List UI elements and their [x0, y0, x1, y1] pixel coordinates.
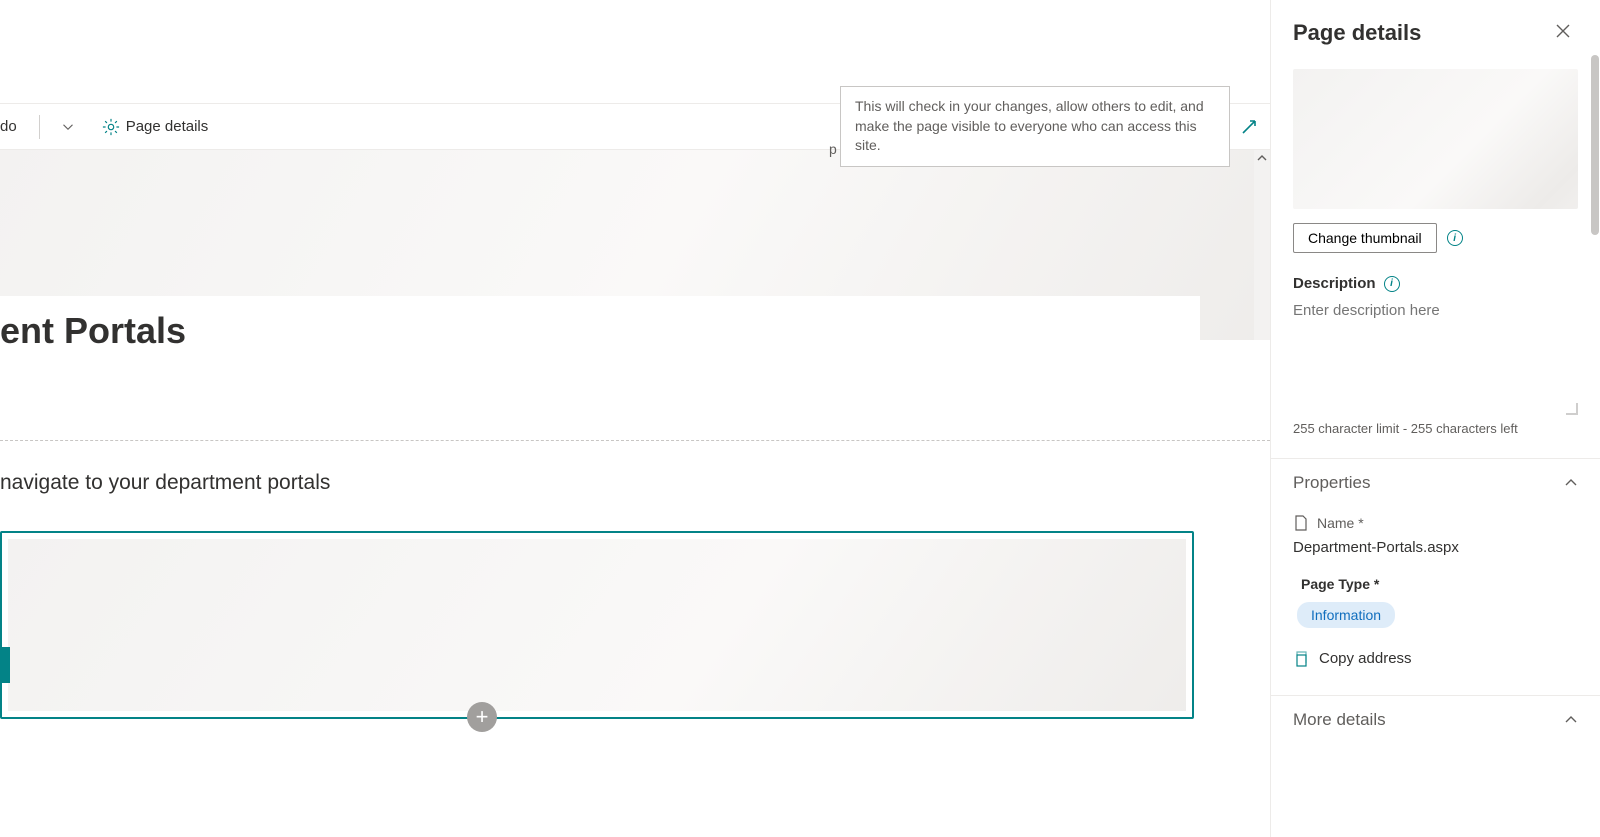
page-type-tag[interactable]: Information — [1297, 602, 1395, 628]
page-details-cmd-label: Page details — [126, 118, 209, 135]
page-canvas: This will check in your changes, allow o… — [0, 0, 1270, 837]
expand-icon[interactable] — [1240, 118, 1258, 136]
add-section-button[interactable]: + — [467, 702, 497, 732]
hero-scrollbar[interactable] — [1254, 150, 1270, 340]
thumbnail-controls: Change thumbnail i — [1293, 223, 1578, 253]
description-field-wrap — [1293, 300, 1578, 415]
more-details-section-header[interactable]: More details — [1293, 710, 1578, 730]
cmdbar-divider — [39, 115, 40, 139]
gear-icon — [102, 118, 120, 136]
webpart-accent-block — [0, 647, 10, 683]
close-panel-button[interactable] — [1548, 18, 1578, 47]
plus-icon: + — [476, 704, 489, 730]
name-value[interactable]: Department-Portals.aspx — [1293, 539, 1578, 556]
selected-webpart[interactable]: + — [0, 531, 1194, 719]
panel-divider — [1271, 695, 1600, 696]
change-thumbnail-button[interactable]: Change thumbnail — [1293, 223, 1437, 253]
cmdbar-chevron-button[interactable] — [52, 115, 84, 139]
file-icon — [1293, 515, 1309, 531]
panel-title: Page details — [1293, 20, 1421, 46]
description-label: Description — [1293, 275, 1376, 292]
page-title: ent Portals — [0, 310, 186, 351]
top-area: This will check in your changes, allow o… — [0, 0, 1270, 150]
properties-title: Properties — [1293, 473, 1370, 493]
section-divider — [0, 440, 1270, 441]
thumbnail-preview — [1293, 69, 1578, 209]
chevron-up-icon — [1564, 713, 1578, 727]
name-label: Name * — [1317, 515, 1364, 531]
panel-scrollbar[interactable] — [1590, 0, 1600, 837]
copy-address-label: Copy address — [1319, 650, 1412, 667]
scrollbar-thumb[interactable] — [1591, 55, 1599, 235]
scroll-up-arrow-icon — [1256, 152, 1268, 164]
page-subtitle[interactable]: navigate to your department portals — [0, 471, 1270, 495]
copy-address-row[interactable]: Copy address — [1293, 650, 1578, 667]
hero-banner: ent Portals — [0, 150, 1270, 340]
copy-icon — [1293, 651, 1309, 667]
page-details-cmd[interactable]: Page details — [92, 112, 219, 142]
publish-tooltip-text: This will check in your changes, allow o… — [855, 98, 1204, 153]
description-label-row: Description i — [1293, 275, 1578, 292]
close-icon — [1556, 24, 1570, 38]
page-details-panel: Page details Change thumbnail i Descript… — [1270, 0, 1600, 837]
chevron-down-icon — [62, 121, 74, 133]
description-textarea[interactable] — [1293, 300, 1578, 410]
publish-tooltip: This will check in your changes, allow o… — [840, 86, 1230, 167]
webpart-hero-image — [8, 539, 1186, 711]
properties-section-header[interactable]: Properties — [1293, 473, 1578, 493]
undo-redo-item[interactable]: do — [0, 112, 27, 141]
info-icon[interactable]: i — [1384, 276, 1400, 292]
page-type-label: Page Type * — [1301, 576, 1578, 592]
more-details-title: More details — [1293, 710, 1386, 730]
hero-title-area[interactable]: ent Portals — [0, 296, 1200, 384]
panel-divider — [1271, 458, 1600, 459]
panel-header: Page details — [1293, 18, 1578, 47]
chevron-up-icon — [1564, 476, 1578, 490]
command-bar-left: do Page details — [0, 112, 218, 142]
name-label-row: Name * — [1293, 515, 1578, 531]
info-icon[interactable]: i — [1447, 230, 1463, 246]
undo-redo-label: do — [0, 118, 17, 135]
page-content: navigate to your department portals + — [0, 340, 1270, 719]
tooltip-tail-char: p — [829, 140, 837, 160]
character-limit-text: 255 character limit - 255 characters lef… — [1293, 421, 1578, 436]
